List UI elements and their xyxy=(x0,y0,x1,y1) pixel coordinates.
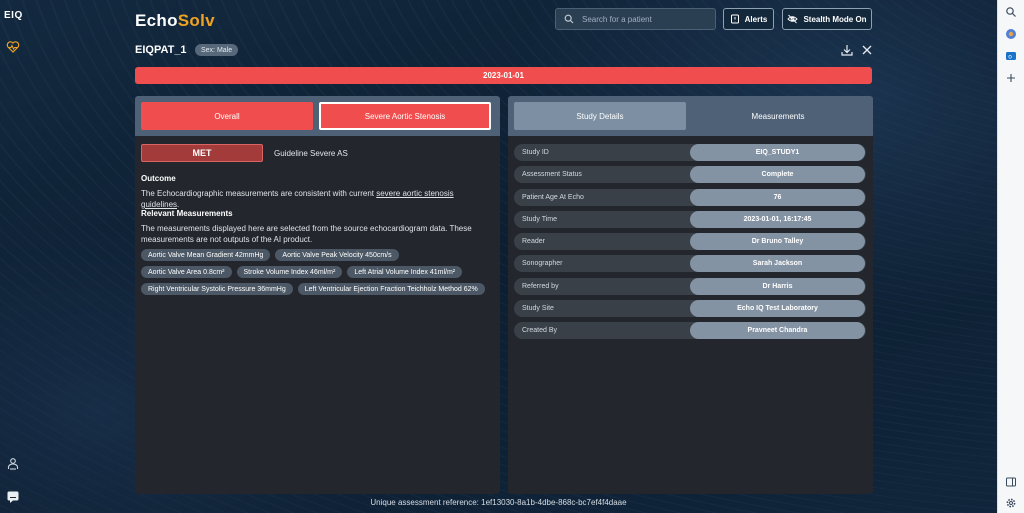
svg-text:o: o xyxy=(1008,54,1012,61)
alerts-button[interactable]: Alerts xyxy=(723,8,774,30)
search-icon[interactable] xyxy=(1005,6,1017,18)
study-tabs: Study Details Measurements xyxy=(508,96,873,136)
eye-slash-icon xyxy=(787,14,799,24)
met-guideline-label: Guideline Severe AS xyxy=(274,148,348,158)
tab-severe-aortic-stenosis[interactable]: Severe Aortic Stenosis xyxy=(319,102,491,130)
detail-row-assessment-status: Assessment Status Complete xyxy=(514,166,866,184)
sidebar-toggle-icon[interactable] xyxy=(1005,476,1017,488)
gear-icon[interactable] xyxy=(1005,497,1017,509)
measurement-chips: Aortic Valve Mean Gradient 42mmHg Aortic… xyxy=(141,249,493,295)
relevant-measurements-text: The measurements displayed here are sele… xyxy=(141,224,472,244)
detail-label: Study Site xyxy=(522,305,554,313)
detail-value: 76 xyxy=(690,188,865,206)
detail-row-patient-age: Patient Age At Echo 76 xyxy=(514,188,866,206)
detail-label: Sonographer xyxy=(522,260,563,268)
patient-search-input[interactable]: Search for a patient xyxy=(555,8,716,30)
download-icon[interactable] xyxy=(840,43,854,57)
detail-label: Reader xyxy=(522,238,545,246)
detail-label: Assessment Status xyxy=(522,171,582,179)
detail-label: Referred by xyxy=(522,282,559,290)
eiq-logo[interactable]: EIQ xyxy=(4,10,23,21)
detail-row-created-by: Created By Pravneet Chandra xyxy=(514,322,866,340)
stealth-mode-button[interactable]: Stealth Mode On xyxy=(782,8,872,30)
outcome-text-post: . xyxy=(177,200,180,209)
detail-value: Dr Harris xyxy=(690,277,865,295)
user-network-icon[interactable] xyxy=(6,457,20,471)
add-icon[interactable] xyxy=(1005,72,1017,84)
search-icon xyxy=(564,14,574,24)
alerts-label: Alerts xyxy=(744,14,768,24)
detail-label: Study ID xyxy=(522,149,549,156)
search-placeholder: Search for a patient xyxy=(582,14,652,24)
detail-value: Echo IQ Test Laboratory xyxy=(690,300,865,318)
study-details-panel: Study Details Measurements Study ID EIQ_S… xyxy=(508,96,873,494)
measurement-chip: Stroke Volume Index 46ml/m² xyxy=(236,266,343,278)
alert-doc-icon xyxy=(730,14,739,24)
outcome-text-pre: The Echocardiographic measurements are c… xyxy=(141,189,377,198)
assessment-reference: Unique assessment reference: 1ef13030-8a… xyxy=(370,498,627,507)
brand-echo: Echo xyxy=(135,11,178,30)
detail-value: Complete xyxy=(690,166,865,184)
outcome-text: The Echocardiographic measurements are c… xyxy=(141,188,486,210)
detail-value: Sarah Jackson xyxy=(690,255,865,273)
stealth-label: Stealth Mode On xyxy=(803,14,867,24)
patient-id: EIQPAT_1 xyxy=(135,44,187,56)
measurement-chip: Right Ventricular Systolic Pressure 36mm… xyxy=(141,283,293,295)
detail-row-referred-by: Referred by Dr Harris xyxy=(514,277,866,295)
detail-value: Pravneet Chandra xyxy=(690,322,865,340)
detail-row-study-site: Study Site Echo IQ Test Laboratory xyxy=(514,300,866,318)
measurement-chip: Left Atrial Volume Index 41ml/m² xyxy=(347,266,463,278)
met-status-chip: MET xyxy=(141,144,263,162)
tab-overall[interactable]: Overall xyxy=(141,102,313,130)
close-icon[interactable] xyxy=(860,43,874,57)
assessment-tabs: Overall Severe Aortic Stenosis xyxy=(135,96,500,136)
study-date-bar: 2023-01-01 xyxy=(135,67,872,84)
outlook-icon[interactable]: o xyxy=(1005,50,1017,62)
tab-measurements[interactable]: Measurements xyxy=(692,102,864,130)
measurement-chip: Aortic Valve Mean Gradient 42mmHg xyxy=(141,249,271,261)
relevant-measurements-title: Relevant Measurements xyxy=(141,209,233,218)
detail-value: 2023-01-01, 16:17:45 xyxy=(690,210,865,228)
heart-pulse-icon[interactable] xyxy=(6,40,20,54)
browser-sidebar: o xyxy=(997,0,1024,513)
detail-row-reader: Reader Dr Bruno Talley xyxy=(514,233,866,251)
detail-row-sonographer: Sonographer Sarah Jackson xyxy=(514,255,866,273)
measurement-chip: Left Ventricular Ejection Fraction Teich… xyxy=(297,283,485,295)
detail-row-study-time: Study Time 2023-01-01, 16:17:45 xyxy=(514,210,866,228)
app-logo[interactable]: EchoSolv xyxy=(135,11,215,31)
outcome-title: Outcome xyxy=(141,174,176,183)
detail-label: Patient Age At Echo xyxy=(522,193,584,201)
detail-label: Study Time xyxy=(522,215,558,223)
detail-label: Created By xyxy=(522,327,558,335)
copilot-icon[interactable] xyxy=(1005,28,1017,40)
sex-badge: Sex: Male xyxy=(195,44,239,56)
left-rail: EIQ xyxy=(0,0,26,513)
detail-value: Dr Bruno Talley xyxy=(690,233,865,251)
study-detail-rows: Study ID EIQ_STUDY1 Assessment Status Comp… xyxy=(514,144,866,345)
measurement-chip: Aortic Valve Area 0.8cm² xyxy=(141,266,232,278)
met-row: MET Guideline Severe AS xyxy=(141,144,348,162)
tab-study-details[interactable]: Study Details xyxy=(514,102,686,130)
assessment-panel: Overall Severe Aortic Stenosis MET Guide… xyxy=(135,96,500,494)
brand-solv: Solv xyxy=(177,11,215,30)
detail-value: EIQ_STUDY1 xyxy=(690,144,865,161)
detail-row-study-id: Study ID EIQ_STUDY1 xyxy=(514,144,866,161)
measurement-chip: Aortic Valve Peak Velocity 450cm/s xyxy=(275,249,399,261)
